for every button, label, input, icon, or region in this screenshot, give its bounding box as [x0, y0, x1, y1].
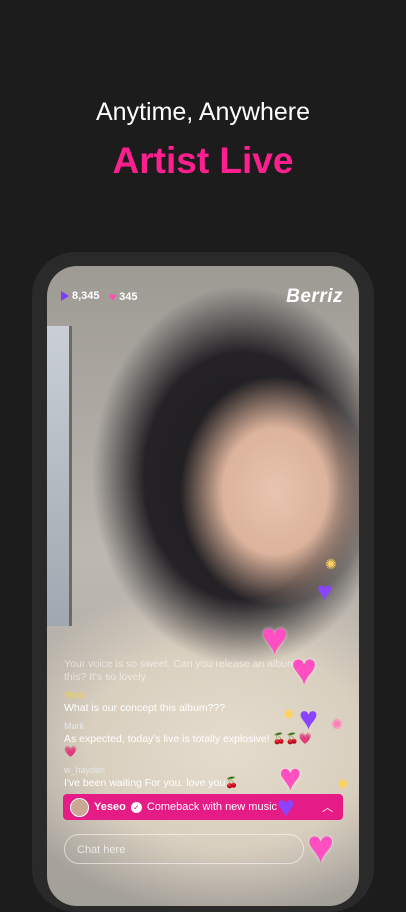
chat-input[interactable]: Chat here — [64, 834, 304, 864]
background-window — [47, 326, 72, 626]
check-icon: ✓ — [130, 801, 142, 813]
chat-message: Mark As expected, today's live is totall… — [64, 720, 324, 759]
live-screen: 8,345 ♥ 345 Berriz Your voice is so swee… — [47, 266, 359, 906]
chat-message-text: As expected, today's live is totally exp… — [64, 733, 312, 758]
floating-heart-icon: ♥ — [261, 612, 289, 664]
pinned-text: Comeback with new music — [146, 801, 278, 813]
headline-tagline: Anytime, Anywhere — [96, 98, 310, 126]
heart-count: ♥ 345 — [109, 290, 137, 304]
brand-logo: Berriz — [286, 286, 343, 307]
chevron-up-icon[interactable]: ︿ — [322, 799, 333, 815]
heart-count-value: 345 — [119, 291, 138, 303]
chat-username: Yeho — [64, 690, 85, 700]
floating-heart-icon: ♥ — [277, 791, 295, 824]
play-icon — [61, 291, 69, 301]
floating-heart-icon: ♥ — [317, 576, 333, 606]
play-count-value: 8,345 — [72, 290, 100, 302]
floating-heart-icon: ♥ — [299, 700, 318, 736]
avatar — [70, 797, 89, 817]
play-count: 8,345 — [61, 290, 100, 302]
heart-icon: ♥ — [109, 290, 117, 304]
headline-title: Artist Live — [112, 140, 294, 181]
floating-heart-icon: ♥ — [291, 645, 318, 694]
pinned-username: Yeseo — [94, 801, 126, 813]
live-topbar: 8,345 ♥ 345 Berriz — [47, 266, 359, 326]
sparkle-icon: ✹ — [283, 706, 295, 722]
sparkle-icon: ✺ — [325, 556, 337, 572]
sparkle-icon: ✺ — [331, 716, 343, 732]
sparkle-icon: ✹ — [337, 776, 349, 792]
floating-heart-icon: ♥ — [307, 820, 335, 872]
